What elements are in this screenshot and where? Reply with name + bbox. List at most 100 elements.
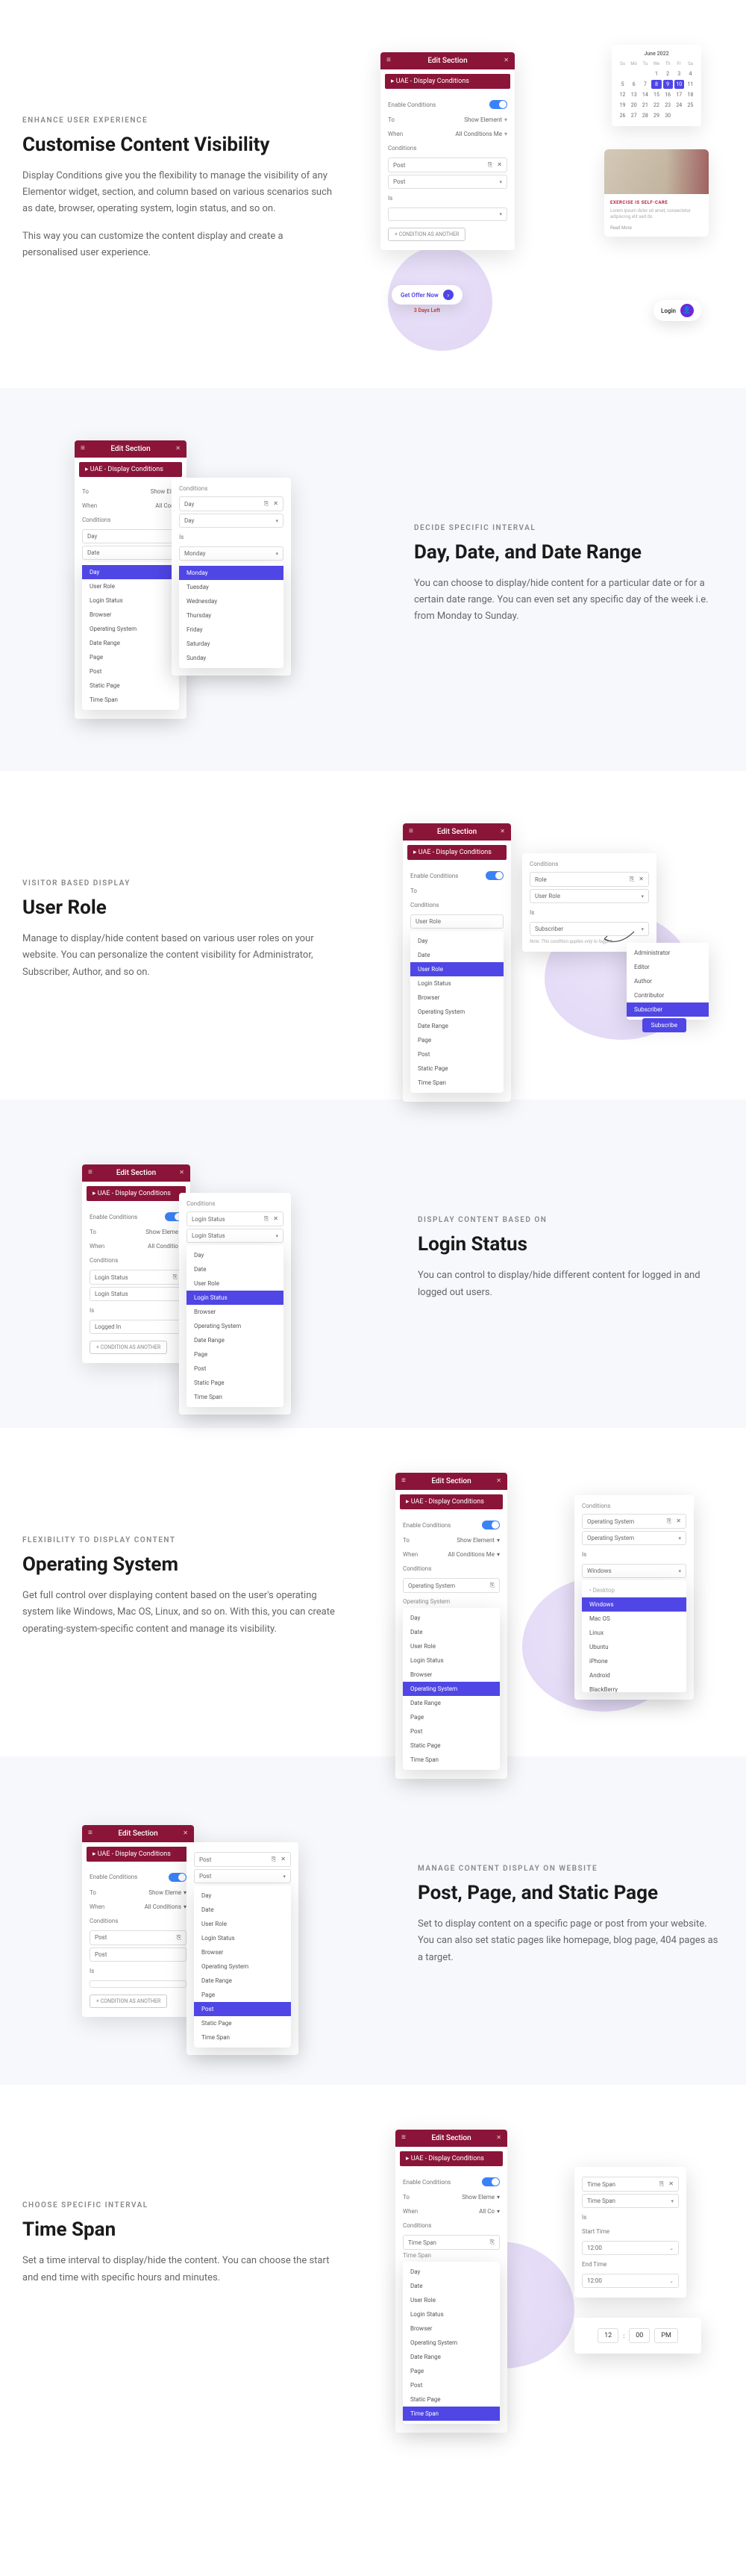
dropdown-item[interactable]: Post [410, 1047, 504, 1061]
dropdown-item[interactable]: Browser [403, 1668, 500, 1682]
dropdown-item[interactable]: User Role [410, 962, 504, 976]
select[interactable]: Login Status⎘✕ [186, 1211, 283, 1226]
dropdown-item[interactable]: Day [194, 1889, 291, 1903]
dropdown-item[interactable]: Page [194, 1988, 291, 2002]
dropdown-item[interactable]: Browser [403, 2321, 500, 2336]
select[interactable]: Login Status▾ [186, 1229, 283, 1243]
dropdown-item[interactable]: Subscriber [627, 1002, 709, 1017]
add-btn[interactable]: + CONDITION AS ANOTHER [90, 1995, 167, 2008]
dropdown-item[interactable]: Browser [194, 1945, 291, 1959]
dropdown-item[interactable]: Time Span [186, 1390, 283, 1404]
select[interactable]: Day▾ [179, 514, 283, 528]
dropdown-item[interactable]: Mac OS [582, 1612, 686, 1626]
select[interactable]: ▾ [388, 208, 507, 221]
dropdown-item[interactable]: User Role [403, 1639, 500, 1653]
dropdown-item[interactable]: Date Range [403, 2350, 500, 2364]
dropdown-item[interactable]: Time Span [403, 2407, 500, 2421]
dropdown-item[interactable]: Administrator [627, 946, 709, 960]
dropdown-item[interactable]: Friday [179, 623, 283, 637]
dropdown-item[interactable]: Static Page [194, 2016, 291, 2030]
dropdown-item[interactable]: Author [627, 974, 709, 988]
dropdown-item[interactable]: User Role [82, 579, 179, 593]
dropdown-item[interactable]: BlackBerry [582, 1682, 686, 1692]
dropdown-item[interactable]: Operating System [82, 622, 179, 636]
dropdown-item[interactable]: Page [82, 650, 179, 664]
dropdown-item[interactable]: Day [410, 934, 504, 948]
dropdown-item[interactable]: Operating System [186, 1319, 283, 1333]
select[interactable]: Time Span▾ [582, 2194, 679, 2208]
add-btn[interactable]: + CONDITION AS ANOTHER [90, 1341, 167, 1354]
dropdown-item[interactable]: Static Page [410, 1061, 504, 1076]
dropdown-item[interactable]: Operating System [403, 2336, 500, 2350]
select[interactable]: Time Span⎘✕ [582, 2177, 679, 2192]
dropdown-item[interactable]: Date Range [403, 1696, 500, 1710]
select[interactable]: 12:00⌄ [582, 2274, 679, 2288]
dropdown-item[interactable]: User Role [194, 1917, 291, 1931]
select[interactable]: User Role▾ [530, 889, 649, 903]
dropdown-item[interactable]: Login Status [194, 1931, 291, 1945]
dropdown-item[interactable]: Post [82, 664, 179, 679]
toggle[interactable] [486, 871, 504, 880]
dropdown-item[interactable]: Post [194, 2002, 291, 2016]
select[interactable]: Post▾ [194, 1869, 291, 1883]
dropdown-item[interactable]: Page [403, 1710, 500, 1724]
dropdown-item[interactable]: Editor [627, 960, 709, 974]
dropdown-item[interactable]: iPhone [582, 1654, 686, 1668]
dropdown-item[interactable]: Static Page [403, 1738, 500, 1753]
dropdown-item[interactable]: Contributor [627, 988, 709, 1002]
time-ampm[interactable]: PM [654, 2328, 678, 2343]
toggle[interactable] [482, 1521, 500, 1529]
dropdown-item[interactable]: Time Span [194, 2030, 291, 2045]
login-chip[interactable]: Login👤 [653, 300, 701, 321]
add-condition-btn[interactable]: + CONDITION AS ANOTHER [388, 228, 466, 241]
subscribe-btn[interactable]: Subscribe [642, 1018, 686, 1032]
select[interactable]: Post⎘ [90, 1930, 186, 1945]
dropdown-item[interactable]: Sunday [179, 651, 283, 665]
dropdown-item[interactable]: Android [582, 1668, 686, 1682]
select[interactable] [90, 1980, 186, 1988]
dropdown-item[interactable]: Date Range [194, 1974, 291, 1988]
select[interactable]: Post⎘✕ [388, 158, 507, 172]
dropdown-item[interactable]: Login Status [82, 593, 179, 608]
time-hour[interactable]: 12 [598, 2328, 618, 2343]
toggle[interactable] [489, 100, 507, 109]
dropdown-item[interactable]: Time Span [403, 1753, 500, 1767]
dropdown-item[interactable]: Static Page [186, 1376, 283, 1390]
offer-button[interactable]: Get Offer Now› [392, 285, 463, 305]
select[interactable]: Role⎘✕ [530, 872, 649, 887]
select[interactable]: Post⎘✕ [194, 1852, 291, 1867]
select[interactable]: Post▾ [388, 175, 507, 189]
dropdown-item[interactable]: Page [186, 1347, 283, 1362]
select[interactable]: Operating System▾ [582, 1531, 686, 1545]
dropdown-item[interactable]: Thursday [179, 608, 283, 623]
select[interactable]: Windows▾ [582, 1564, 686, 1578]
select[interactable]: Monday▾ [179, 546, 283, 561]
dropdown-item[interactable]: User Role [186, 1276, 283, 1291]
dropdown-item[interactable]: Linux [582, 1626, 686, 1640]
dropdown-item[interactable]: Login Status [186, 1291, 283, 1305]
dropdown-item[interactable]: Date Range [82, 636, 179, 650]
dropdown-item[interactable]: User Role [403, 2293, 500, 2307]
dropdown-item[interactable]: Ubuntu [582, 1640, 686, 1654]
dropdown-item[interactable]: Monday [179, 566, 283, 580]
dropdown-item[interactable]: Static Page [82, 679, 179, 693]
select[interactable]: Operating System⎘✕ [582, 1514, 686, 1529]
select[interactable]: User Role [410, 914, 504, 929]
dropdown-item[interactable]: Time Span [410, 1076, 504, 1090]
dropdown-item[interactable]: Date [410, 948, 504, 962]
select[interactable]: Login Status [90, 1287, 183, 1301]
dropdown-item[interactable]: Operating System [410, 1005, 504, 1019]
dropdown-item[interactable]: Day [403, 2265, 500, 2279]
select[interactable]: Day⎘✕ [179, 496, 283, 511]
dropdown-item[interactable]: Date [194, 1903, 291, 1917]
select[interactable]: Login Status⎘ [90, 1270, 183, 1285]
select[interactable]: Operating System⎘ [403, 1578, 500, 1593]
dropdown-item[interactable]: Date Range [410, 1019, 504, 1033]
dropdown-item[interactable]: Time Span [82, 693, 179, 707]
dropdown-item[interactable]: Date [186, 1262, 283, 1276]
dropdown-item[interactable]: Day [82, 565, 179, 579]
dropdown-item[interactable]: Login Status [410, 976, 504, 991]
dropdown-item[interactable]: Static Page [403, 2392, 500, 2407]
dropdown-item[interactable]: Browser [186, 1305, 283, 1319]
dropdown-item[interactable]: Operating System [194, 1959, 291, 1974]
